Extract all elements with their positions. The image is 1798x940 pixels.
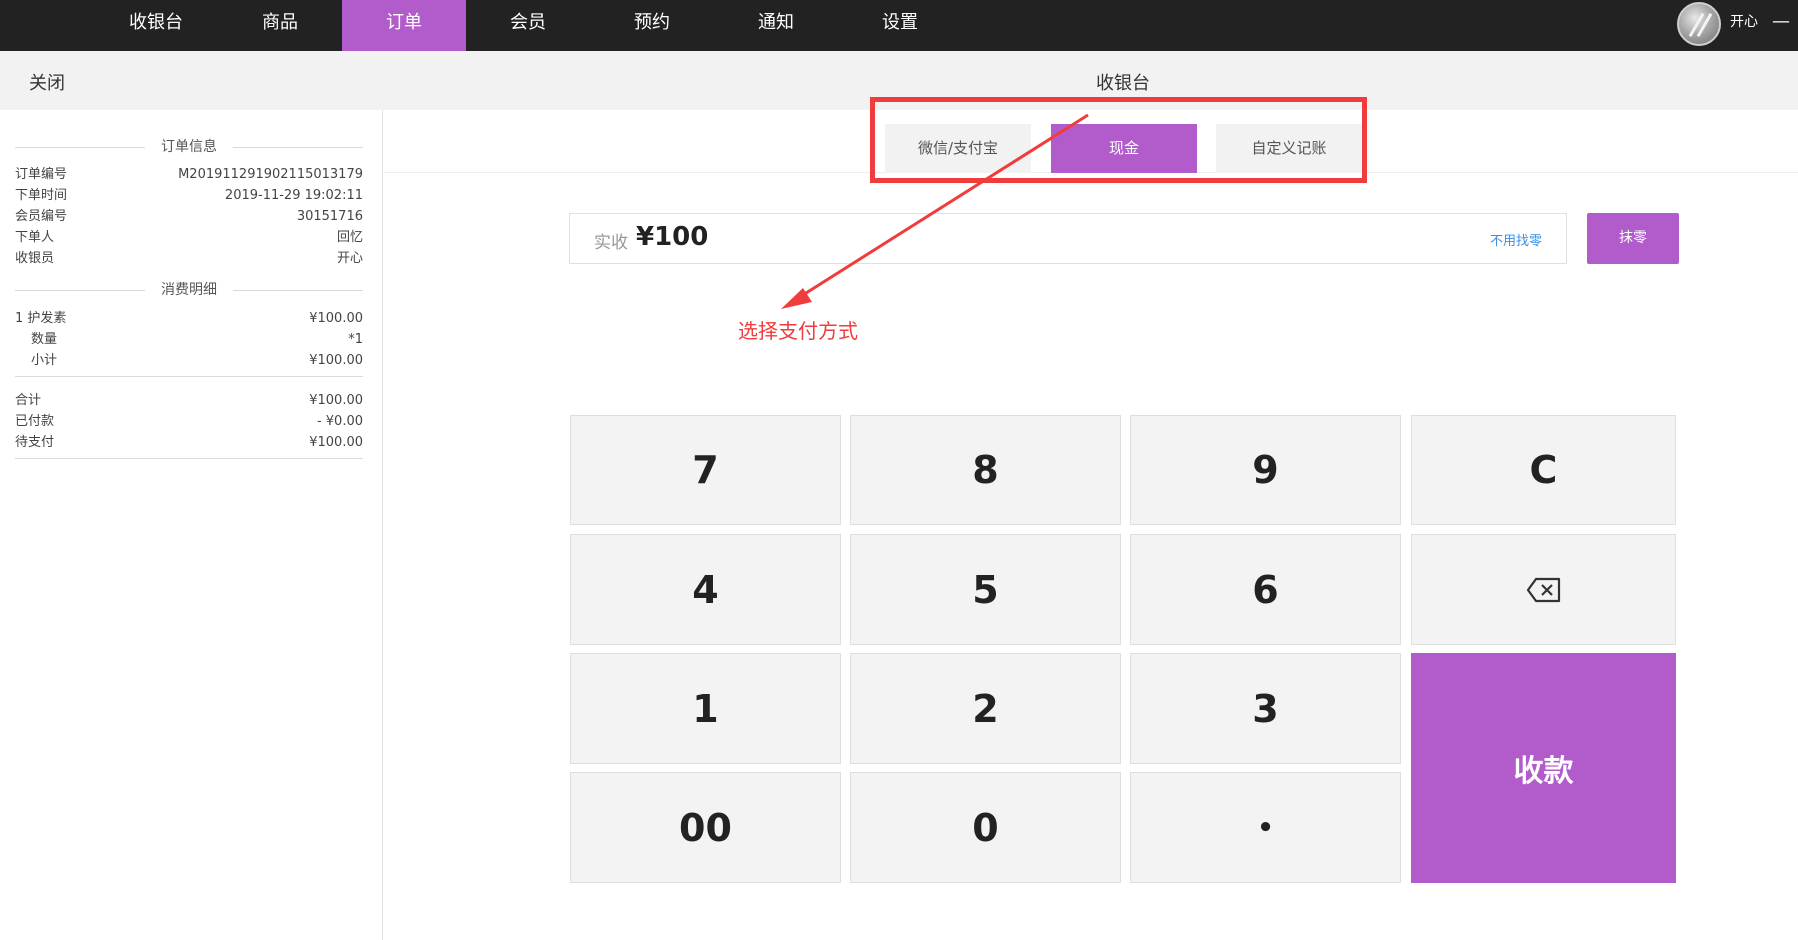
key-clear[interactable]: C bbox=[1411, 415, 1676, 525]
nav-item-notifications[interactable]: 通知 bbox=[714, 0, 838, 51]
key-label: 4 bbox=[692, 567, 719, 612]
consumption-header: 消费明细 bbox=[15, 280, 363, 300]
payment-method-highlight bbox=[870, 97, 1367, 183]
member-number: 30151716 bbox=[296, 209, 363, 224]
order-info-title: 订单信息 bbox=[155, 139, 223, 155]
info-row: 收银员 开心 bbox=[15, 249, 363, 269]
total-value: ¥100.00 bbox=[309, 393, 363, 408]
key-decimal[interactable]: • bbox=[1130, 772, 1401, 883]
backspace-icon bbox=[1526, 577, 1560, 602]
orderer-name: 回忆 bbox=[336, 230, 363, 245]
line-item: 1 护发素 ¥100.00 bbox=[15, 309, 363, 329]
amount-input[interactable]: 实收 ¥100 不用找零 bbox=[569, 213, 1567, 264]
subtotal-value: ¥100.00 bbox=[309, 353, 363, 368]
nav-item-settings[interactable]: 设置 bbox=[838, 0, 962, 51]
pay-label: 收款 bbox=[1513, 754, 1574, 789]
key-label: C bbox=[1529, 448, 1558, 492]
round-off-button[interactable]: 抹零 bbox=[1587, 213, 1679, 264]
key-9[interactable]: 9 bbox=[1130, 415, 1401, 525]
key-0[interactable]: 0 bbox=[850, 772, 1121, 883]
no-change-link[interactable]: 不用找零 bbox=[1490, 230, 1542, 249]
paid-value: - ¥0.00 bbox=[316, 414, 363, 429]
collapse-icon[interactable]: — bbox=[1772, 12, 1790, 32]
nav-item-products[interactable]: 商品 bbox=[218, 0, 342, 51]
username[interactable]: 开心 bbox=[1730, 12, 1758, 32]
key-label: 3 bbox=[1252, 686, 1279, 731]
key-3[interactable]: 3 bbox=[1130, 653, 1401, 764]
key-4[interactable]: 4 bbox=[570, 534, 841, 645]
key-label: 2 bbox=[972, 686, 999, 731]
order-time: 2019-11-29 19:02:11 bbox=[224, 188, 363, 203]
consumption-title: 消费明细 bbox=[155, 282, 223, 298]
item-name: 1 护发素 bbox=[15, 311, 67, 326]
nav-item-cashier[interactable]: 收银台 bbox=[94, 0, 218, 51]
amount-value: ¥100 bbox=[636, 222, 709, 252]
qty-value: *1 bbox=[348, 332, 363, 347]
key-6[interactable]: 6 bbox=[1130, 534, 1401, 645]
divider bbox=[15, 458, 363, 459]
info-key: 会员编号 bbox=[15, 209, 68, 224]
nav-item-appointments[interactable]: 预约 bbox=[590, 0, 714, 51]
key-backspace[interactable] bbox=[1411, 534, 1676, 645]
due-value: ¥100.00 bbox=[309, 435, 363, 450]
amount-label: 实收 bbox=[594, 233, 628, 253]
info-key: 收银员 bbox=[15, 251, 55, 266]
key-00[interactable]: 00 bbox=[570, 772, 841, 883]
info-row: 订单编号 M201911291902115013179 bbox=[15, 165, 363, 185]
key-label: 00 bbox=[679, 805, 732, 850]
info-row: 下单时间 2019-11-29 19:02:11 bbox=[15, 186, 363, 206]
key-label: 6 bbox=[1252, 567, 1279, 612]
divider bbox=[15, 376, 363, 377]
close-button[interactable]: 关闭 bbox=[29, 69, 65, 95]
key-7[interactable]: 7 bbox=[570, 415, 841, 525]
key-label: • bbox=[1257, 812, 1274, 843]
key-label: 0 bbox=[972, 805, 999, 850]
info-row: 会员编号 30151716 bbox=[15, 207, 363, 227]
order-info-header: 订单信息 bbox=[15, 137, 363, 157]
key-1[interactable]: 1 bbox=[570, 653, 841, 764]
order-number: M201911291902115013179 bbox=[178, 167, 363, 182]
key-label: 7 bbox=[692, 448, 719, 492]
paid-key: 已付款 bbox=[15, 414, 55, 429]
nav-item-members[interactable]: 会员 bbox=[466, 0, 590, 51]
info-key: 下单时间 bbox=[15, 188, 68, 203]
subtotal-row: 小计 ¥100.00 bbox=[15, 351, 363, 371]
key-5[interactable]: 5 bbox=[850, 534, 1121, 645]
due-key: 待支付 bbox=[15, 435, 55, 450]
qty-key: 数量 bbox=[31, 332, 58, 347]
key-label: 5 bbox=[972, 567, 999, 612]
subtotal-key: 小计 bbox=[31, 353, 58, 368]
paid-row: 已付款 - ¥0.00 bbox=[15, 412, 363, 432]
key-2[interactable]: 2 bbox=[850, 653, 1121, 764]
info-key: 下单人 bbox=[15, 230, 55, 245]
total-row: 合计 ¥100.00 bbox=[15, 391, 363, 411]
due-row: 待支付 ¥100.00 bbox=[15, 433, 363, 453]
item-price: ¥100.00 bbox=[309, 311, 363, 326]
info-row: 下单人 回忆 bbox=[15, 228, 363, 248]
key-label: 9 bbox=[1252, 448, 1279, 492]
top-nav: 收银台 商品 订单 会员 预约 通知 设置 开心 — bbox=[0, 0, 1798, 51]
total-key: 合计 bbox=[15, 393, 42, 408]
page-title: 收银台 bbox=[1096, 73, 1150, 94]
qty-row: 数量 *1 bbox=[15, 330, 363, 350]
key-label: 8 bbox=[972, 448, 999, 492]
annotation-text: 选择支付方式 bbox=[738, 319, 858, 343]
key-label: 1 bbox=[692, 686, 719, 731]
avatar-icon[interactable] bbox=[1677, 2, 1721, 46]
info-key: 订单编号 bbox=[15, 167, 68, 182]
cashier-name: 开心 bbox=[336, 251, 363, 266]
order-summary-panel: 订单信息 订单编号 M201911291902115013179 下单时间 20… bbox=[0, 110, 383, 940]
nav-item-orders[interactable]: 订单 bbox=[342, 0, 466, 51]
collect-payment-button[interactable]: 收款 bbox=[1411, 653, 1676, 883]
key-8[interactable]: 8 bbox=[850, 415, 1121, 525]
